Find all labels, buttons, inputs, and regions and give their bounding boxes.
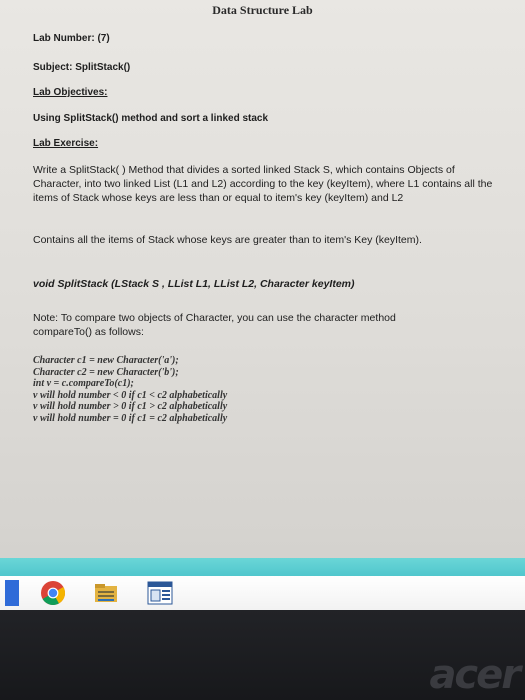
exercise-paragraph-2: Contains all the items of Stack whose ke… xyxy=(33,234,422,246)
exercise-heading: Lab Exercise: xyxy=(33,138,99,149)
method-signature: void SplitStack (LStack S , LList L1, LL… xyxy=(33,278,355,290)
objectives-text: Using SplitStack() method and sort a lin… xyxy=(33,113,269,124)
word-document-icon[interactable] xyxy=(147,580,173,606)
monitor-brand-logo: acer xyxy=(429,652,521,698)
code-line: Character c1 = new Character('a'); xyxy=(33,355,179,366)
chrome-icon[interactable] xyxy=(40,580,66,606)
code-line: int v = c.compareTo(c1); xyxy=(33,378,134,389)
code-line: v will hold number = 0 if c1 = c2 alphab… xyxy=(33,412,228,424)
subject-line: Subject: SplitStack() xyxy=(33,62,131,73)
code-line: Character c2 = new Character('b'); xyxy=(33,366,179,378)
lab-number: Lab Number: (7) xyxy=(33,33,110,44)
taskbar xyxy=(0,576,525,610)
monitor-screen: Data Structure Lab Lab Number: (7) Subje… xyxy=(0,0,525,558)
objectives-heading: Lab Objectives: xyxy=(33,87,108,98)
code-line: v will hold number < 0 if c1 < c2 alphab… xyxy=(33,389,228,401)
monitor-bezel: acer xyxy=(0,610,525,700)
note-text: Note: To compare two objects of Characte… xyxy=(33,312,396,338)
document-title: Data Structure Lab xyxy=(212,3,313,17)
exercise-paragraph: Write a SplitStack( ) Method that divide… xyxy=(33,164,493,204)
start-edge-icon[interactable] xyxy=(5,580,19,606)
code-block: Character c1 = new Character('a'); Chara… xyxy=(33,355,227,424)
file-explorer-icon[interactable] xyxy=(93,580,119,606)
code-line: v will hold number > 0 if c1 > c2 alphab… xyxy=(33,401,228,412)
